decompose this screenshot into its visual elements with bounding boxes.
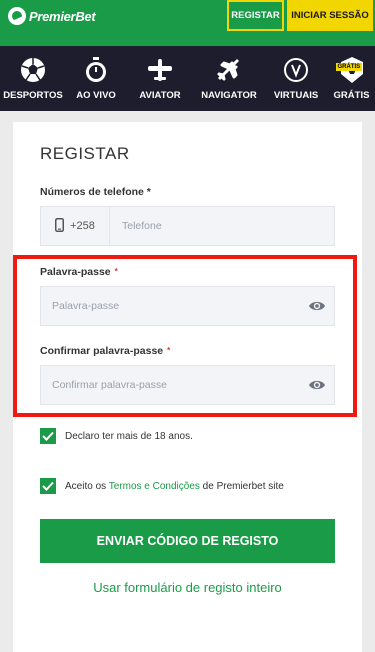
terms-row: Aceito os Termos e Condições de Premierb… bbox=[40, 478, 284, 494]
nav-label: GRÁTIS bbox=[333, 90, 370, 101]
register-button[interactable]: REGISTAR bbox=[227, 0, 284, 31]
phone-row: +258 Telefone bbox=[40, 206, 335, 246]
stopwatch-icon bbox=[82, 56, 110, 84]
premierbet-logo[interactable]: PremierBet bbox=[8, 7, 96, 25]
full-registration-form-link[interactable]: Usar formulário de registo inteiro bbox=[40, 578, 335, 598]
top-header: PremierBet REGISTAR INICIAR SESSÃO bbox=[0, 0, 375, 46]
terms-prefix: Aceito os bbox=[65, 480, 109, 492]
form-title: REGISTAR bbox=[40, 144, 130, 163]
nav-item-navigator[interactable]: NAVIGATOR bbox=[194, 46, 264, 111]
nav-item-ao-vivo[interactable]: AO VIVO bbox=[66, 46, 126, 111]
main-nav: DESPORTOS AO VIVO AVIATOR NAVIGATOR VIRT… bbox=[0, 46, 375, 111]
send-registration-code-button[interactable]: ENVIAR CÓDIGO DE REGISTO bbox=[40, 519, 335, 563]
age-confirmation-row: Declaro ter mais de 18 anos. bbox=[40, 428, 193, 444]
airplane-icon bbox=[215, 56, 243, 84]
country-code-selector[interactable]: +258 bbox=[40, 206, 110, 246]
nav-label: AVIATOR bbox=[139, 90, 181, 101]
gift-badge-icon: GRÁTIS bbox=[335, 56, 366, 84]
password-fields-highlight bbox=[13, 255, 357, 417]
nav-item-desportos[interactable]: DESPORTOS bbox=[0, 46, 66, 111]
nav-label: AO VIVO bbox=[76, 90, 116, 101]
login-button[interactable]: INICIAR SESSÃO bbox=[287, 0, 373, 31]
age-checkbox[interactable] bbox=[40, 428, 56, 444]
nav-label: VIRTUAIS bbox=[273, 90, 319, 101]
terms-checkbox-label: Aceito os Termos e Condições de Premierb… bbox=[65, 481, 284, 492]
terms-link[interactable]: Termos e Condições bbox=[109, 481, 200, 492]
phone-label: Números de telefone * bbox=[40, 186, 151, 198]
nav-label: NAVIGATOR bbox=[201, 90, 257, 101]
soccer-ball-icon bbox=[19, 56, 47, 84]
terms-checkbox[interactable] bbox=[40, 478, 56, 494]
virtual-v-icon bbox=[282, 56, 310, 84]
nav-item-gratis[interactable]: GRÁTIS GRÁTIS bbox=[328, 46, 375, 111]
propeller-plane-icon bbox=[146, 56, 174, 84]
gratis-badge: GRÁTIS bbox=[335, 63, 363, 71]
mobile-phone-icon bbox=[55, 217, 65, 235]
country-code: +258 bbox=[70, 220, 95, 232]
phone-input[interactable]: Telefone bbox=[110, 206, 335, 246]
brand-name: PremierBet bbox=[29, 8, 96, 24]
nav-item-aviator[interactable]: AVIATOR bbox=[126, 46, 194, 111]
age-checkbox-label: Declaro ter mais de 18 anos. bbox=[65, 430, 193, 442]
terms-suffix: de Premierbet site bbox=[199, 480, 284, 492]
nav-item-virtuais[interactable]: VIRTUAIS bbox=[264, 46, 328, 111]
logo-mark-icon bbox=[8, 7, 26, 25]
nav-label: DESPORTOS bbox=[3, 90, 63, 101]
